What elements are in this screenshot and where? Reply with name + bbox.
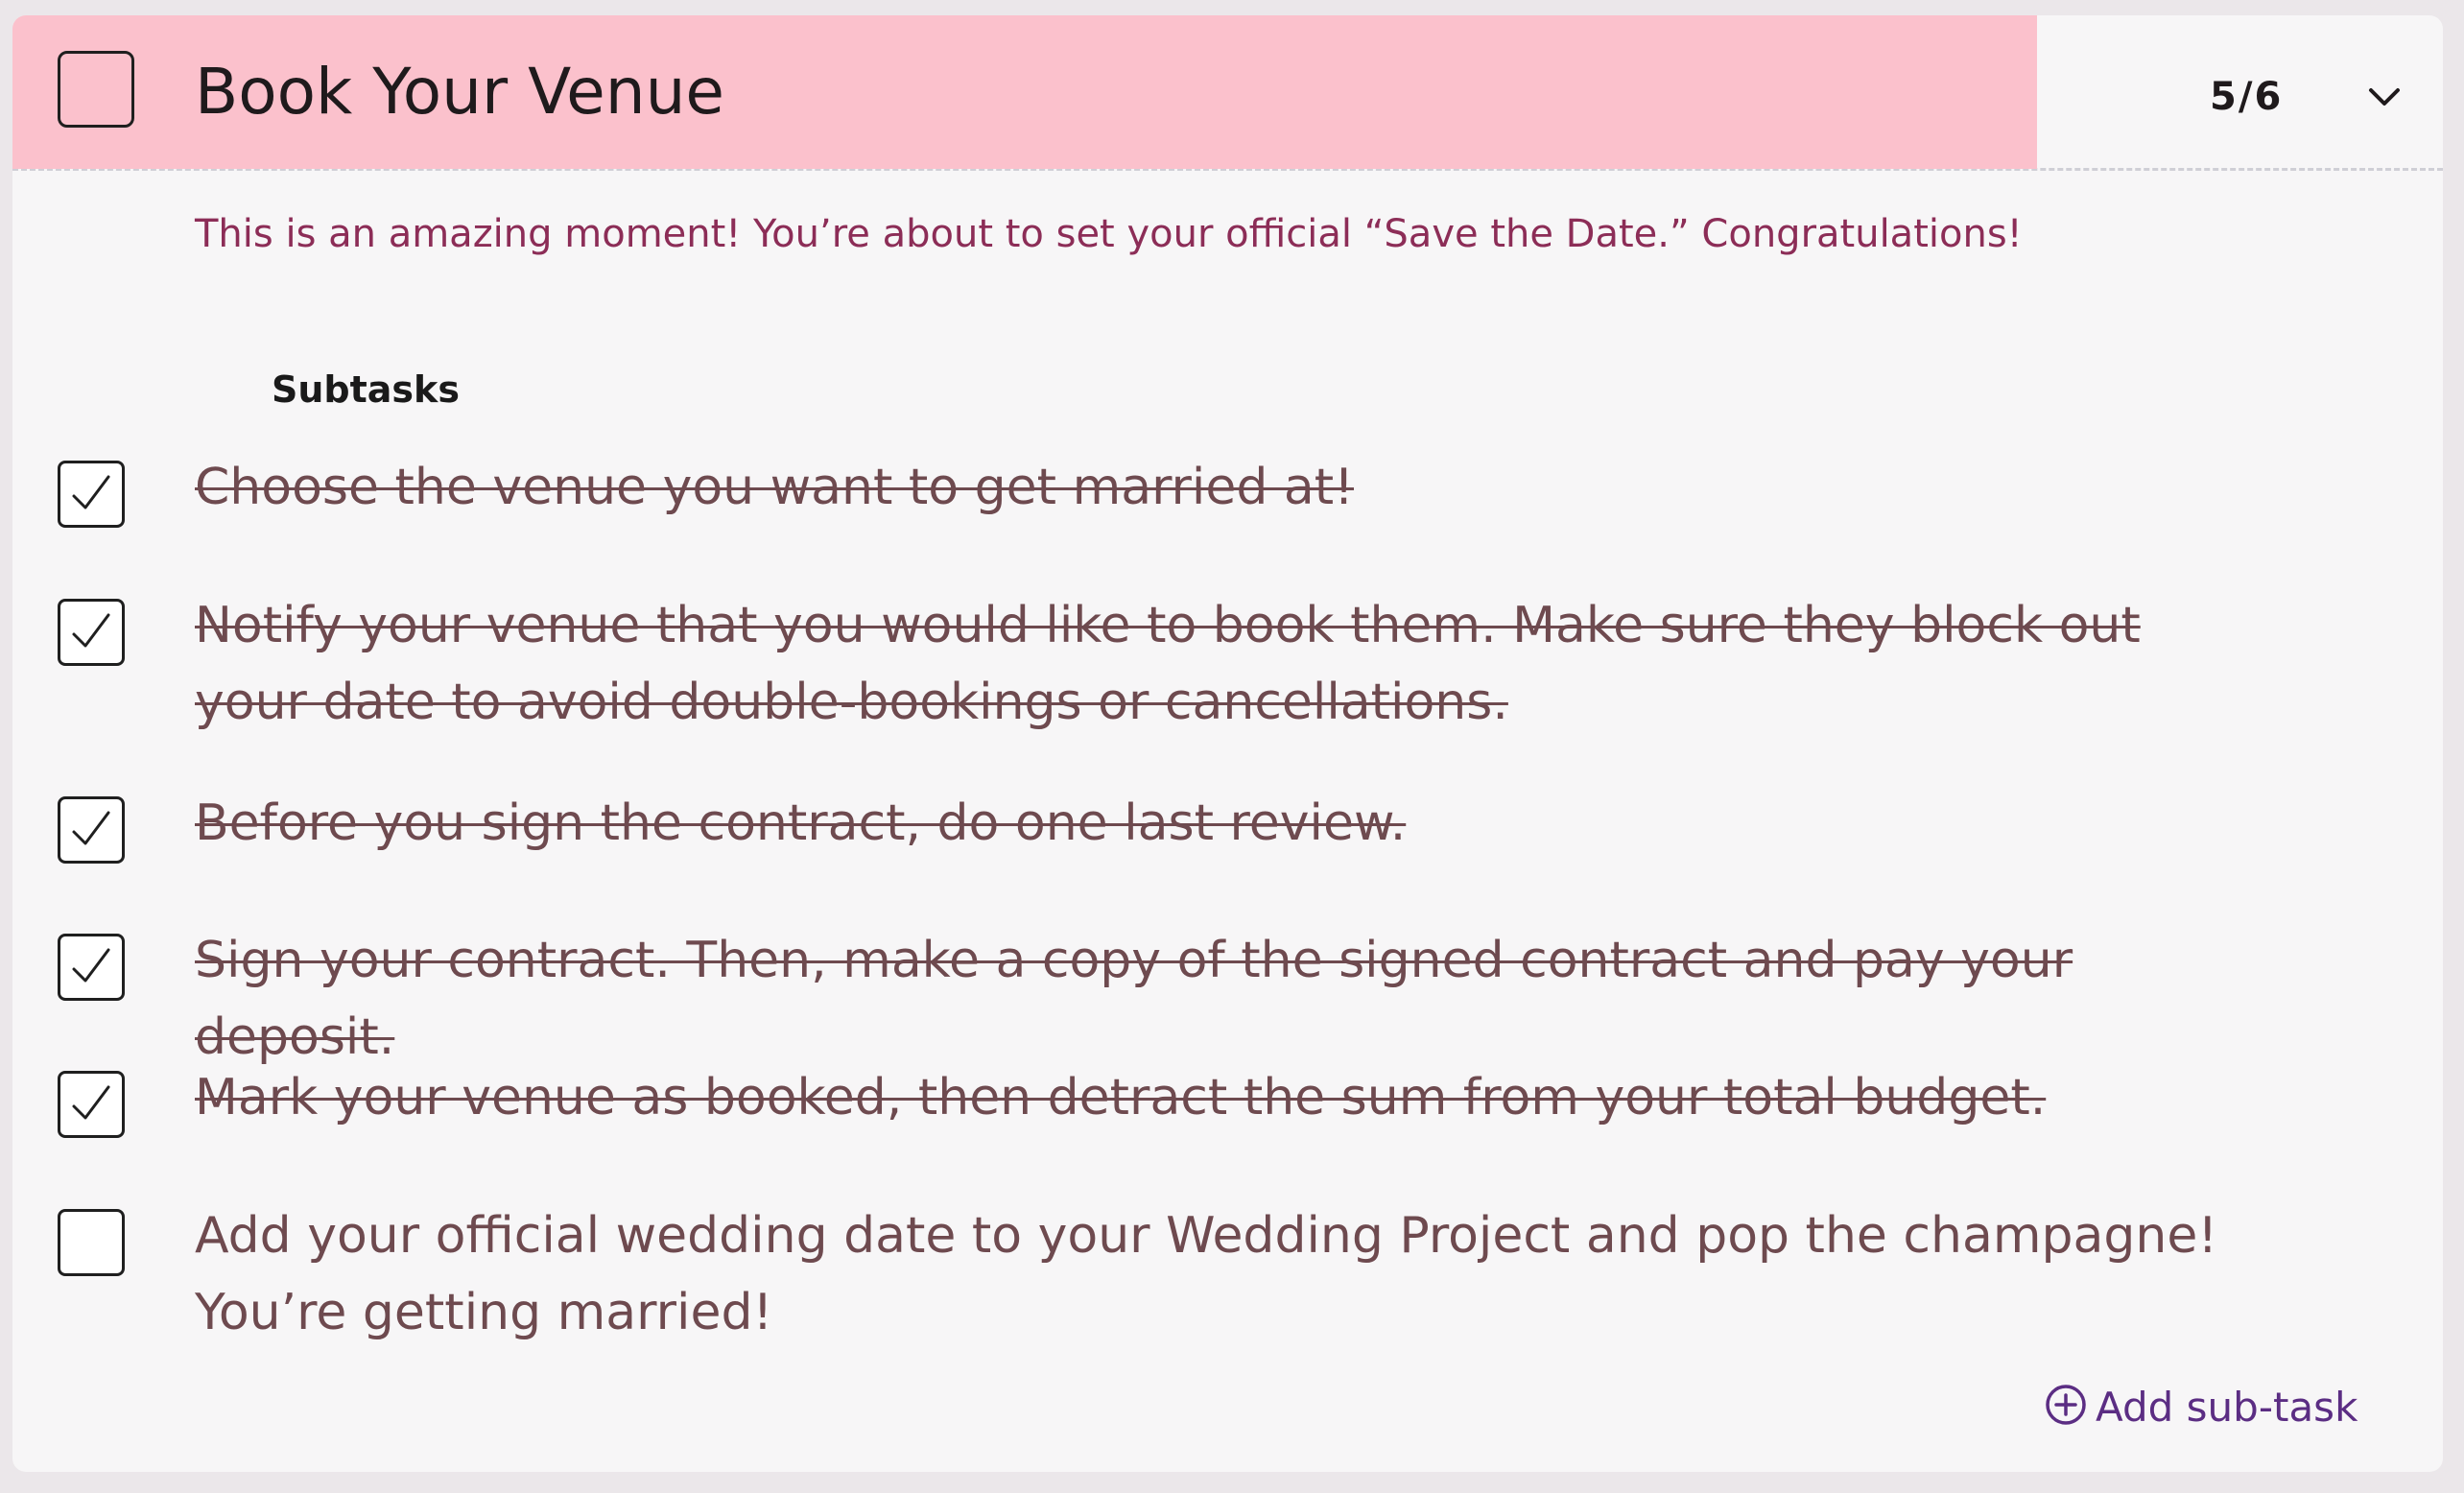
- task-complete-checkbox[interactable]: [58, 51, 134, 128]
- subtask-checkbox[interactable]: [58, 934, 125, 1001]
- subtask-text: Add your official wedding date to your W…: [195, 1207, 2218, 1341]
- task-description: This is an amazing moment! You’re about …: [195, 212, 2023, 256]
- subtask-text: Choose the venue you want to get married…: [195, 459, 1355, 516]
- subtask-text: Sign your contract. Then, make a copy of…: [195, 932, 2073, 1066]
- subtask-checkbox[interactable]: [58, 1071, 125, 1138]
- checkmark-icon: [72, 1085, 110, 1120]
- subtask-checkbox[interactable]: [58, 796, 125, 864]
- add-subtask-button[interactable]: Add sub-task: [2044, 1378, 2357, 1435]
- subtask-text: Mark your venue as booked, then detract …: [195, 1069, 2047, 1126]
- subtask-checkbox[interactable]: [58, 599, 125, 666]
- checkmark-icon: [72, 613, 110, 648]
- task-header: Book Your Venue 5/6: [12, 15, 2443, 171]
- task-card: Book Your Venue 5/6 This is an amazing m…: [12, 15, 2443, 1472]
- subtask-progress-counter: 5/6: [2210, 75, 2284, 119]
- checkmark-icon: [72, 475, 110, 510]
- subtask-text: Before you sign the contract, do one las…: [195, 794, 1407, 852]
- subtask-checkbox[interactable]: [58, 461, 125, 528]
- add-subtask-label: Add sub-task: [2096, 1383, 2358, 1431]
- subtasks-heading: Subtasks: [272, 368, 460, 411]
- subtask-checkbox[interactable]: [58, 1209, 125, 1276]
- subtask-text: Notify your venue that you would like to…: [195, 597, 2141, 731]
- checkmark-icon: [72, 811, 110, 845]
- task-title: Book Your Venue: [195, 55, 725, 129]
- chevron-down-icon[interactable]: [2365, 83, 2404, 111]
- plus-circle-icon: [2044, 1383, 2088, 1431]
- checkmark-icon: [72, 948, 110, 983]
